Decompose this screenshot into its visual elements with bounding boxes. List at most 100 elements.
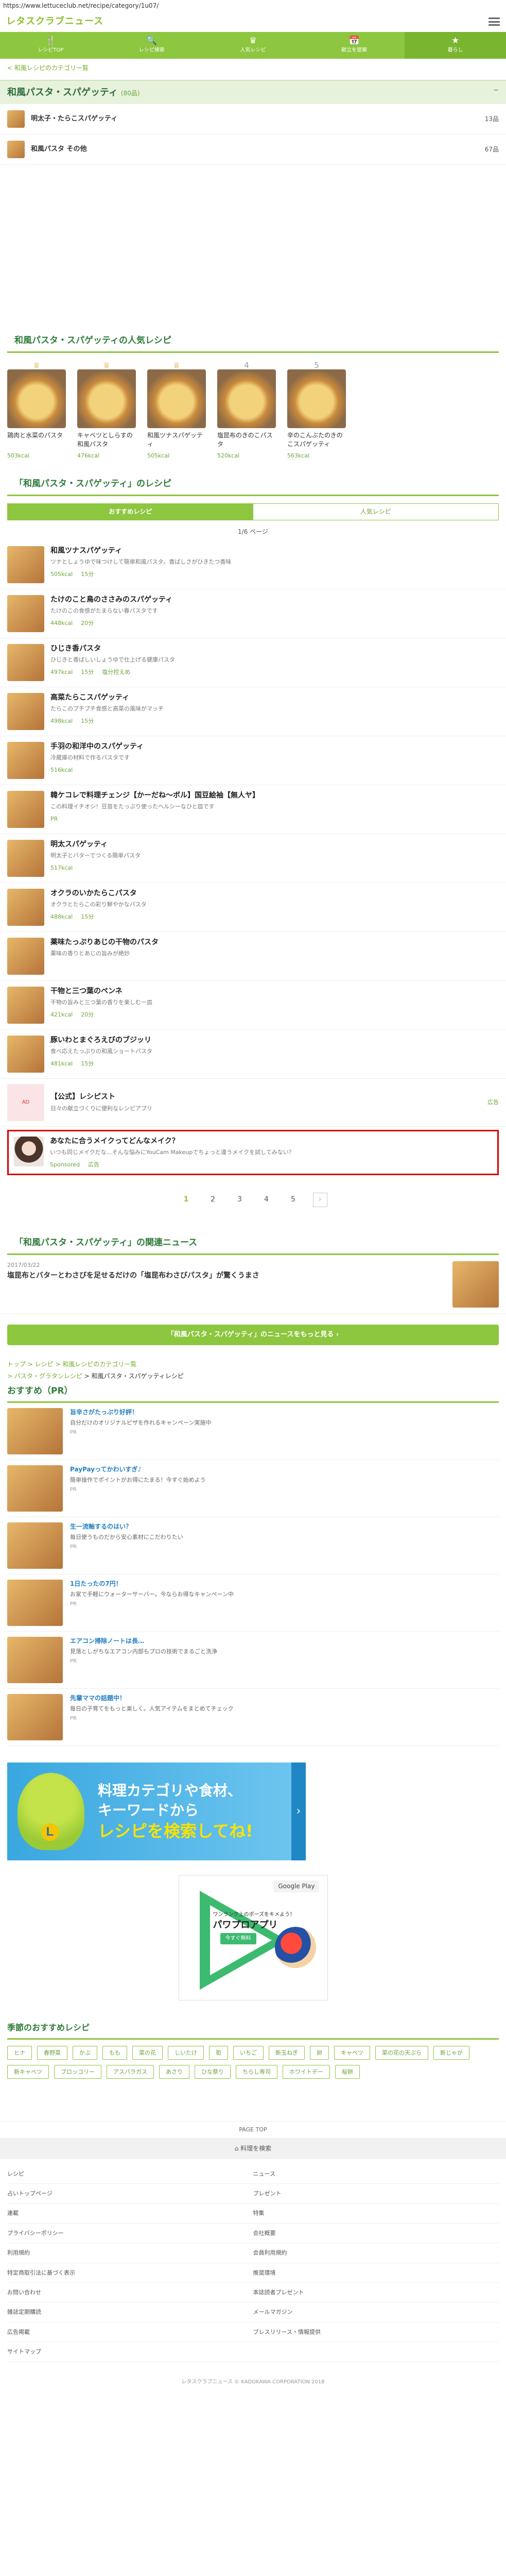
recommended-item[interactable]: エアコン掃除ノートは長… 見落としがちなエアコン内部もプロの技術でまるごと洗浄 PR bbox=[7, 1632, 499, 1689]
keyword-tag[interactable]: 新キャベツ bbox=[7, 2065, 49, 2079]
footer-links: レシピ ニュース 占いトップページ プレゼント 連載 特集 プライバシーポリシー… bbox=[0, 2159, 506, 2367]
recommended-item[interactable]: 先輩ママの話題中！ 毎日の子育てをもっと楽しく。人気アイテムをまとめてチェック PR bbox=[7, 1689, 499, 1747]
nav-item-popular[interactable]: ♛ 人気レシピ bbox=[202, 32, 304, 59]
ad-row[interactable]: AD 【公式】レシピスト 日々の献立づくりに便利なレシピアプリ 広告 bbox=[0, 1079, 506, 1127]
footer-link[interactable]: 雑誌定期購読 bbox=[7, 2302, 253, 2323]
footer-link[interactable]: 本誌読者プレゼント bbox=[253, 2283, 499, 2303]
recipe-row[interactable]: 薬味たっぷりあじの干物のパスタ 薬味の香りとあじの旨みが絶妙 bbox=[0, 932, 506, 981]
footer-link[interactable]: プレスリリース・情報提供 bbox=[253, 2323, 499, 2343]
keyword-tag[interactable]: ホワイトデー bbox=[283, 2065, 330, 2079]
recipe-thumbnail bbox=[7, 1035, 44, 1073]
keyword-tag[interactable]: アスパラガス bbox=[107, 2065, 154, 2079]
keyword-tag[interactable]: いちご bbox=[233, 2045, 264, 2060]
subcategory-row[interactable]: 明太子・たらこスパゲッティ 13品 bbox=[0, 104, 506, 134]
recommended-item[interactable]: 1日たったの7円！ お家で手軽にウォーターサーバー。今ならお得なキャンペーン中 PR bbox=[7, 1574, 499, 1632]
keyword-tag[interactable]: 筍 bbox=[209, 2045, 228, 2060]
footer-link[interactable]: プライバシーポリシー bbox=[7, 2224, 253, 2244]
app-ad[interactable]: Google Play ワンランク上のポーズをキメよう！ パワプロアプリ 今すぐ… bbox=[178, 1875, 328, 2001]
popular-recipe-card[interactable]: ♕ 和風ツナスパゲッティ 505kcal bbox=[147, 360, 206, 460]
nav-item-recipe-top[interactable]: 🍴 レシピTOP bbox=[0, 32, 101, 59]
keyword-tag[interactable]: 桜餅 bbox=[335, 2065, 360, 2079]
footer-link[interactable]: サイトマップ bbox=[7, 2342, 253, 2362]
site-logo[interactable]: レタスクラブニュース bbox=[6, 15, 103, 28]
footer-link[interactable]: ニュース bbox=[253, 2164, 499, 2184]
footer-link[interactable]: 占いトップページ bbox=[7, 2184, 253, 2204]
keyword-tag[interactable]: ヒナ bbox=[7, 2045, 32, 2060]
subcategory-row[interactable]: 和風パスタ その他 67品 bbox=[0, 134, 506, 165]
ad-title: あなたに合うメイクってどんなメイク？ bbox=[50, 1137, 179, 1145]
recipe-row[interactable]: 和風ツナスパゲッティ ツナとしょうゆで味つけして簡単和風パスタ。香ばしさがひきたつ… bbox=[0, 540, 506, 589]
footer-link[interactable]: お問い合わせ bbox=[7, 2283, 253, 2303]
recipe-title: 明太スパゲッティ bbox=[50, 840, 108, 849]
keyword-tag[interactable]: 菜の花 bbox=[132, 2045, 163, 2060]
keyword-tag[interactable]: キャベツ bbox=[334, 2045, 370, 2060]
keyword-tag[interactable]: ちらし寿司 bbox=[236, 2065, 277, 2079]
popular-recipe-card[interactable]: 4 塩昆布のきのこパスタ 520kcal bbox=[217, 360, 276, 460]
recipe-row[interactable]: ひじき香パスタ ひじきと香ばしいしょうゆで仕上げる健康パスタ 497kcal 15分 塩… bbox=[0, 638, 506, 687]
popular-recipe-card[interactable]: ♕ 鶏肉と水菜のパスタ 503kcal bbox=[7, 360, 66, 460]
page-link-5[interactable]: 5 bbox=[286, 1193, 301, 1207]
footer-link[interactable]: 特定商取引法に基づく表示 bbox=[7, 2263, 253, 2283]
news-item[interactable]: 2017/03/22 塩昆布とバターとわさびを足せるだけの「塩昆布わさびパスタ」が… bbox=[0, 1255, 506, 1314]
breadcrumb-line[interactable]: トップ > レシピ > 和風レシピのカテゴリー覧 bbox=[7, 1359, 499, 1370]
recipe-name: 塩昆布のきのこパスタ bbox=[217, 431, 273, 448]
breadcrumb-link[interactable]: > パスタ・グラタンレシピ bbox=[7, 1372, 82, 1380]
nav-item-menu[interactable]: 📅 献立を提案 bbox=[304, 32, 405, 59]
footer-link[interactable]: 連載 bbox=[7, 2204, 253, 2224]
footer-link[interactable]: 利用規約 bbox=[7, 2243, 253, 2263]
footer-link[interactable]: レシピ bbox=[7, 2164, 253, 2184]
footer-link[interactable]: プレゼント bbox=[253, 2184, 499, 2204]
keyword-tag[interactable]: ブロッコリー bbox=[54, 2065, 101, 2079]
recipe-row[interactable]: たけのこと鳥のささみのスパゲッティ たけのこの食感がたまらない春パスタです 448k… bbox=[0, 589, 506, 638]
next-page-button[interactable]: › bbox=[312, 1192, 327, 1207]
menu-icon[interactable] bbox=[488, 18, 500, 26]
keyword-tag[interactable]: 卵 bbox=[310, 2045, 329, 2060]
keyword-tag[interactable]: あさり bbox=[159, 2065, 189, 2079]
recipe-row[interactable]: 豚いわとまぐろえびのブジッリ 食べ応えたっぷりの和風ショートパスタ 481kcal 1… bbox=[0, 1030, 506, 1079]
page-top-link[interactable]: PAGE TOP bbox=[0, 2121, 506, 2138]
keyword-tag[interactable]: 新じゃが bbox=[433, 2045, 469, 2060]
recipe-search-banner[interactable]: 料理カテゴリや食材、 キーワードから レシピを検索してね! › bbox=[7, 1762, 306, 1861]
footer-link[interactable]: 会社概要 bbox=[253, 2224, 499, 2244]
page-link-2[interactable]: 2 bbox=[206, 1193, 220, 1207]
recipe-row[interactable]: 韓ケコレで料理チェンジ【かーだね〜ボル】国豆絵袖【無人ヤ】 この料理イチオシ！豆苗… bbox=[0, 785, 506, 834]
recipe-row[interactable]: 手羽の和洋中のスパゲッティ 冷蔵庫の材料で作るパスタです 516kcal bbox=[0, 736, 506, 785]
tab-popular[interactable]: 人気レシピ bbox=[253, 503, 498, 520]
tab-recommended[interactable]: おすすめレシピ bbox=[8, 503, 253, 520]
keyword-tag[interactable]: 新玉ねぎ bbox=[269, 2045, 305, 2060]
keyword-tag[interactable]: しいたけ bbox=[168, 2045, 204, 2060]
footer-link[interactable]: 会員利用規約 bbox=[253, 2243, 499, 2263]
recommended-item[interactable]: 旨辛さがたっぷり好評！ 自分だけのオリジナルピザを作れるキャンペーン実施中 PR bbox=[7, 1403, 499, 1461]
nav-item-recipe-search[interactable]: 🔍 レシピ検索 bbox=[101, 32, 203, 59]
highlighted-ad[interactable]: あなたに合うメイクってどんなメイク？ いつも同じメイクだな…そんな悩みにYouC… bbox=[7, 1129, 499, 1175]
recipe-row[interactable]: 干物と三つ葉のペンネ 干物の旨みと三つ葉の香りを楽しむ一皿 421kcal 20分 bbox=[0, 981, 506, 1030]
keyword-tag[interactable]: ひな祭り bbox=[195, 2065, 231, 2079]
keyword-tag[interactable]: かぶ bbox=[73, 2045, 97, 2060]
recipe-row[interactable]: 高菜たらこスパゲッティ たらこのプチプチ食感と高菜の風味がマッチ 498kcal 15… bbox=[0, 687, 506, 736]
footer-link[interactable]: 特集 bbox=[253, 2204, 499, 2224]
recommended-item[interactable]: PayPayってかわいすぎ♪ 簡単操作でポイントがお得にたまる！今すぐ始めよう PR bbox=[7, 1460, 499, 1518]
footer-link[interactable]: メールマガジン bbox=[253, 2302, 499, 2323]
recommended-item[interactable]: 生一流軸するのはい？ 毎日使うものだから安心素材にこだわりたい PR bbox=[7, 1517, 499, 1575]
footer-link[interactable]: 広告掲載 bbox=[7, 2323, 253, 2343]
popular-recipe-card[interactable]: 5 辛のこんぶたのきのこスパゲッティ 563kcal bbox=[287, 360, 346, 460]
news-section-title: 「和風パスタ・スパゲッティ」の関連ニュース bbox=[7, 1237, 499, 1255]
popular-recipe-card[interactable]: ♕ キャベツとしらすの和風パスタ 476kcal bbox=[77, 360, 136, 460]
home-link[interactable]: ⌂ 料理を検索 bbox=[0, 2138, 506, 2159]
keyword-tag[interactable]: 菜の花の天ぷら bbox=[375, 2045, 428, 2060]
page-link-1[interactable]: 1 bbox=[179, 1193, 194, 1207]
ad-title: 【公式】レシピスト bbox=[50, 1093, 115, 1101]
keyword-tag[interactable]: 春野菜 bbox=[37, 2045, 67, 2060]
recipe-row[interactable]: オクラのいかたらこパスタ オクラとたらこの彩り鮮やかなパスタ 488kcal 15分 bbox=[0, 883, 506, 932]
page-link-4[interactable]: 4 bbox=[259, 1193, 274, 1207]
recipe-row[interactable]: 明太スパゲッティ 明太子とバターでつくる簡単パスタ 517kcal bbox=[0, 834, 506, 883]
keyword-tag[interactable]: もも bbox=[102, 2045, 127, 2060]
download-button[interactable]: 今すぐ無料 bbox=[220, 1933, 256, 1945]
collapse-toggle[interactable]: − bbox=[493, 86, 499, 95]
nav-item-living[interactable]: ★ 暮らし bbox=[405, 32, 506, 59]
recommended-thumbnail bbox=[7, 1580, 63, 1626]
footer-link[interactable]: 推奨環境 bbox=[253, 2263, 499, 2283]
back-link[interactable]: < 和風レシピのカテゴリー覧 bbox=[0, 59, 506, 78]
more-news-button[interactable]: 「和風パスタ・スパゲッティ」のニュースをもっと見る › bbox=[7, 1324, 499, 1345]
page-link-3[interactable]: 3 bbox=[233, 1193, 247, 1207]
